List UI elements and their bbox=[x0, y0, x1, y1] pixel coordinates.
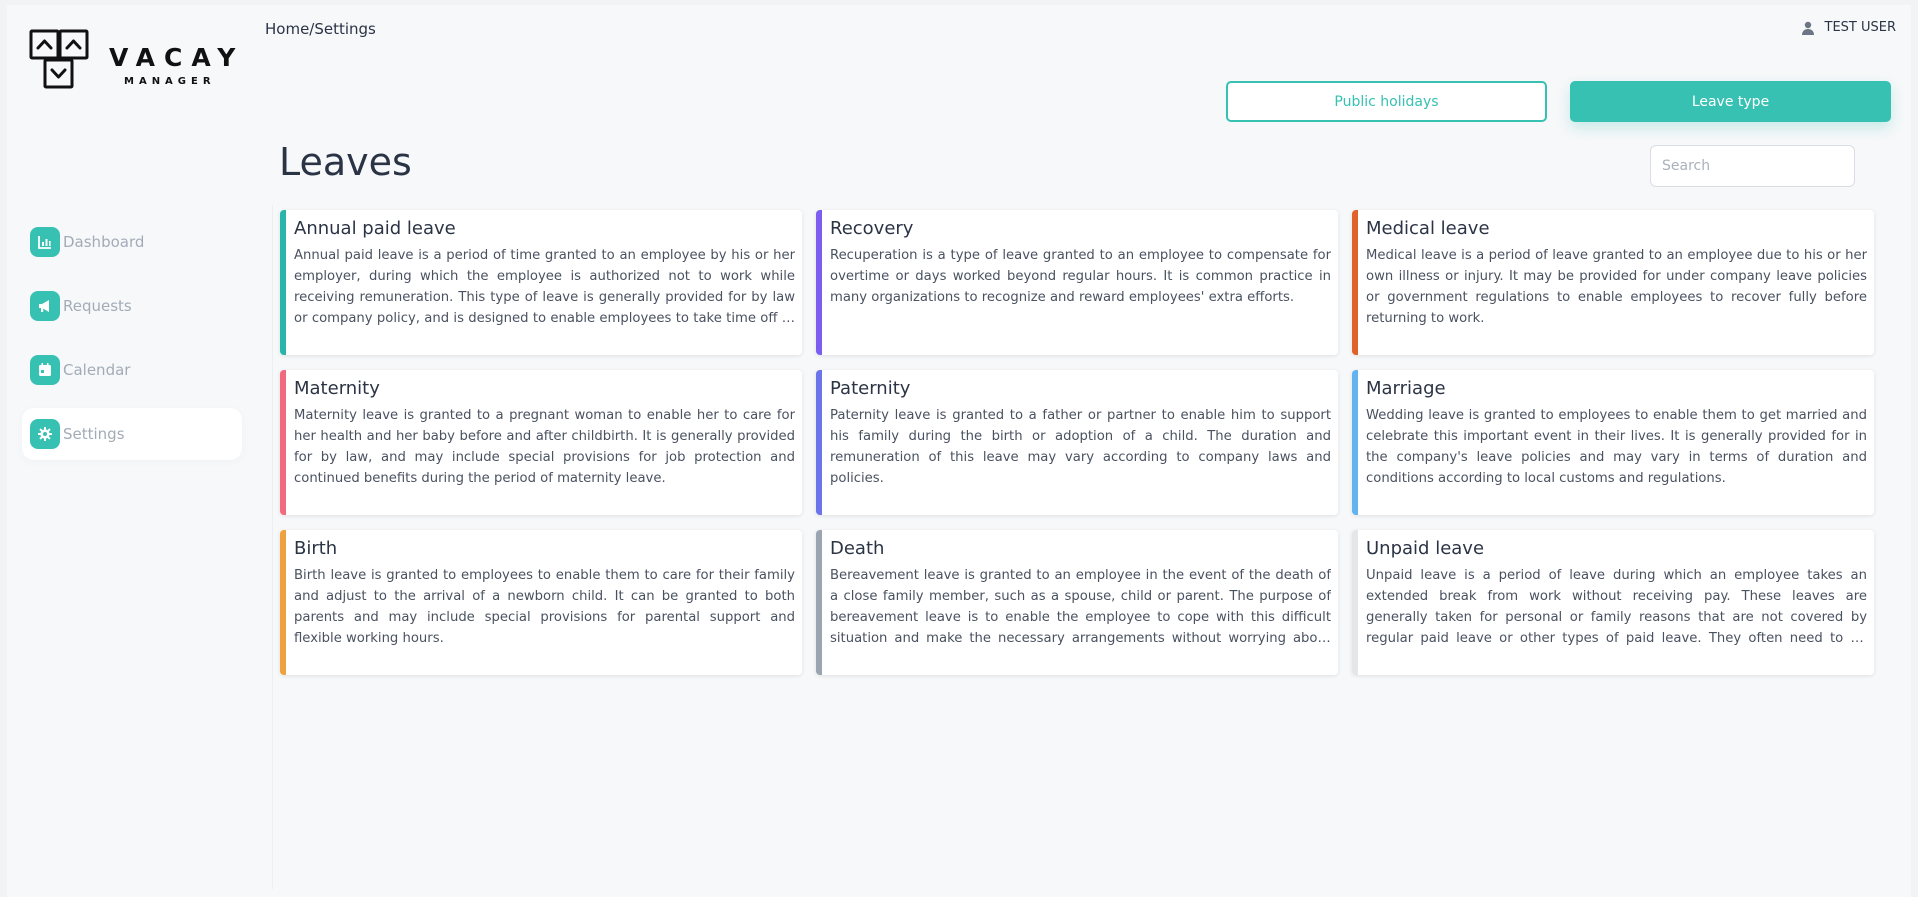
logo-word: VACAY bbox=[109, 43, 245, 72]
card-title: Unpaid leave bbox=[1366, 538, 1485, 559]
card-description: Medical leave is a period of leave grant… bbox=[1366, 248, 1867, 326]
leave-card-unpaid-leave[interactable]: Unpaid leave Unpaid leave is a period of… bbox=[1352, 530, 1874, 675]
leave-card-birth[interactable]: Birth Birth leave is granted to employee… bbox=[280, 530, 802, 675]
leave-types-grid: Annual paid leave Annual paid leave is a… bbox=[280, 210, 1874, 675]
logo-mark-icon bbox=[29, 29, 89, 89]
sidebar-item-settings[interactable]: Settings bbox=[22, 408, 242, 460]
leave-card-paternity[interactable]: Paternity Paternity leave is granted to … bbox=[816, 370, 1338, 515]
card-description: Paternity leave is granted to a father o… bbox=[830, 408, 1331, 486]
public-holidays-button[interactable]: Public holidays bbox=[1226, 81, 1547, 122]
sidebar-item-label: Settings bbox=[63, 425, 125, 443]
card-description: Maternity leave is granted to a pregnant… bbox=[294, 408, 795, 486]
card-color-bar bbox=[816, 530, 822, 675]
logo-subtitle: MANAGER bbox=[124, 76, 216, 87]
user-icon bbox=[1801, 21, 1814, 35]
leave-card-annual-paid-leave[interactable]: Annual paid leave Annual paid leave is a… bbox=[280, 210, 802, 355]
card-color-bar bbox=[280, 370, 286, 515]
leave-card-maternity[interactable]: Maternity Maternity leave is granted to … bbox=[280, 370, 802, 515]
sidebar-item-label: Requests bbox=[63, 297, 132, 315]
card-color-bar bbox=[816, 370, 822, 515]
user-menu[interactable]: TEST USER bbox=[1801, 20, 1897, 35]
card-color-bar bbox=[1352, 370, 1358, 515]
card-description: Annual paid leave is a period of time gr… bbox=[294, 248, 795, 326]
sidebar-item-requests[interactable]: Requests bbox=[22, 280, 242, 332]
calendar-icon bbox=[30, 355, 60, 385]
card-title: Death bbox=[830, 538, 885, 559]
chart-icon bbox=[30, 227, 60, 257]
sidebar-item-dashboard[interactable]: Dashboard bbox=[22, 216, 242, 268]
card-color-bar bbox=[1352, 210, 1358, 355]
leave-card-death[interactable]: Death Bereavement leave is granted to an… bbox=[816, 530, 1338, 675]
card-color-bar bbox=[280, 210, 286, 355]
card-title: Medical leave bbox=[1366, 218, 1490, 239]
card-title: Marriage bbox=[1366, 378, 1446, 399]
leave-card-recovery[interactable]: Recovery Recuperation is a type of leave… bbox=[816, 210, 1338, 355]
card-color-bar bbox=[1352, 530, 1358, 675]
sidebar-nav: Dashboard Requests Calendar Settings bbox=[22, 216, 242, 472]
card-description: Wedding leave is granted to employees to… bbox=[1366, 408, 1867, 486]
card-color-bar bbox=[816, 210, 822, 355]
page-title: Leaves bbox=[279, 140, 412, 184]
card-title: Paternity bbox=[830, 378, 911, 399]
leave-type-button[interactable]: Leave type bbox=[1570, 81, 1891, 122]
sidebar-item-calendar[interactable]: Calendar bbox=[22, 344, 242, 396]
card-title: Annual paid leave bbox=[294, 218, 456, 239]
vacay-manager-logo[interactable]: VACAY MANAGER bbox=[29, 29, 239, 93]
leave-card-marriage[interactable]: Marriage Wedding leave is granted to emp… bbox=[1352, 370, 1874, 515]
breadcrumb: Home/Settings bbox=[265, 20, 376, 38]
megaphone-icon bbox=[30, 291, 60, 321]
card-description: Unpaid leave is a period of leave during… bbox=[1366, 568, 1867, 646]
card-color-bar bbox=[280, 530, 286, 675]
sidebar-item-label: Dashboard bbox=[63, 233, 145, 251]
card-title: Recovery bbox=[830, 218, 914, 239]
card-title: Birth bbox=[294, 538, 338, 559]
card-description: Birth leave is granted to employees to e… bbox=[294, 568, 795, 646]
user-name: TEST USER bbox=[1824, 20, 1897, 35]
search-input[interactable] bbox=[1650, 145, 1855, 187]
card-description: Bereavement leave is granted to an emplo… bbox=[830, 568, 1331, 646]
card-description: Recuperation is a type of leave granted … bbox=[830, 248, 1331, 305]
card-title: Maternity bbox=[294, 378, 380, 399]
sidebar-item-label: Calendar bbox=[63, 361, 131, 379]
gear-icon bbox=[30, 419, 60, 449]
leave-card-medical-leave[interactable]: Medical leave Medical leave is a period … bbox=[1352, 210, 1874, 355]
